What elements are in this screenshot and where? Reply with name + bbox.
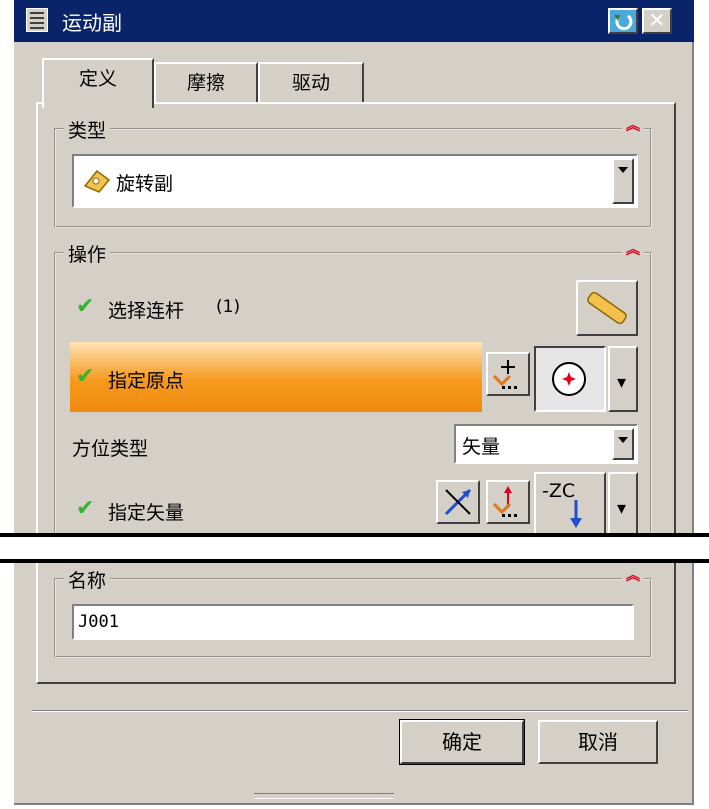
orientation-dropdown-arrow[interactable] — [612, 428, 634, 460]
select-link-label: 选择连杆 — [108, 300, 185, 322]
specify-vector-label: 指定矢量 — [108, 502, 185, 524]
point-type-button[interactable] — [534, 346, 606, 412]
footer-separator — [32, 710, 688, 712]
collapse-type-icon[interactable]: ︽ — [622, 118, 644, 134]
vector-type-dropdown[interactable]: ▾ — [608, 472, 638, 538]
select-link-button[interactable] — [576, 280, 638, 336]
window-title: 运动副 — [62, 11, 122, 35]
ok-button[interactable]: 确定 — [400, 720, 524, 764]
window-menu-icon[interactable] — [26, 8, 48, 32]
title-bar[interactable]: 运动副 ✕ — [14, 0, 694, 42]
name-group: 名称 ︽ — [54, 566, 652, 658]
check-icon: ✔ — [76, 364, 95, 389]
close-icon: ✕ — [648, 8, 666, 32]
revolute-joint-icon — [83, 169, 111, 193]
name-input[interactable] — [72, 604, 634, 640]
vector-type-label: -ZC — [542, 480, 576, 502]
arc-center-point-icon — [552, 362, 586, 396]
tab-definition[interactable]: 定义 — [42, 58, 154, 108]
orientation-selected-value: 矢量 — [462, 436, 501, 458]
operation-group-label: 操作 — [64, 240, 111, 267]
specify-origin-label: 指定原点 — [108, 370, 185, 392]
point-constructor-icon — [492, 360, 517, 389]
chevron-down-icon: ▾ — [617, 498, 627, 519]
vector-dialog-button[interactable] — [486, 480, 530, 524]
name-group-label: 名称 — [64, 566, 111, 593]
collapse-name-icon[interactable]: ︽ — [622, 568, 644, 584]
vector-type-button[interactable]: -ZC — [534, 472, 606, 538]
type-selected-value: 旋转副 — [116, 173, 174, 195]
operation-group: 操作 ︽ ✔ 选择连杆 (1) ✔ 指定原点 ▾ 方位类型 矢量 ✔ 指定矢量 … — [54, 240, 652, 542]
ok-label: 确定 — [442, 730, 482, 754]
link-icon — [587, 291, 627, 325]
point-type-dropdown[interactable]: ▾ — [608, 346, 638, 412]
reverse-direction-button[interactable] — [436, 480, 480, 524]
check-icon: ✔ — [76, 496, 95, 521]
select-link-count: (1) — [216, 297, 241, 317]
orientation-label: 方位类型 — [72, 438, 149, 460]
type-group-label: 类型 — [64, 116, 111, 143]
cancel-button[interactable]: 取消 — [538, 720, 658, 764]
type-dropdown-arrow[interactable] — [612, 158, 634, 204]
close-button[interactable]: ✕ — [642, 8, 672, 34]
tab-label: 摩擦 — [186, 72, 225, 94]
collapse-operation-icon[interactable]: ︽ — [622, 242, 644, 258]
minus-zc-arrow-icon — [570, 500, 582, 528]
type-dropdown[interactable]: 旋转副 — [72, 154, 638, 208]
chevron-down-icon: ▾ — [617, 372, 627, 393]
point-dialog-button[interactable] — [486, 352, 530, 396]
tab-label: 驱动 — [291, 72, 330, 94]
specify-origin-row[interactable]: ✔ 指定原点 — [70, 342, 482, 412]
reverse-direction-icon — [444, 488, 472, 516]
reset-button[interactable] — [608, 8, 638, 34]
orientation-dropdown[interactable]: 矢量 — [454, 424, 638, 464]
reset-icon — [610, 10, 636, 32]
vector-constructor-icon — [492, 486, 517, 517]
cancel-label: 取消 — [578, 730, 618, 754]
tab-label: 定义 — [78, 68, 117, 90]
resize-grip[interactable] — [254, 793, 394, 799]
check-icon: ✔ — [76, 294, 95, 319]
tab-drive[interactable]: 驱动 — [258, 62, 364, 104]
tab-friction[interactable]: 摩擦 — [154, 62, 258, 104]
type-group: 类型 ︽ 旋转副 — [54, 116, 652, 228]
joint-dialog: 运动副 ✕ 定义 摩擦 驱动 类型 ︽ 旋转副 操作 ︽ ✔ 选择连杆 (1) … — [14, 0, 694, 805]
crop-band — [0, 533, 709, 563]
